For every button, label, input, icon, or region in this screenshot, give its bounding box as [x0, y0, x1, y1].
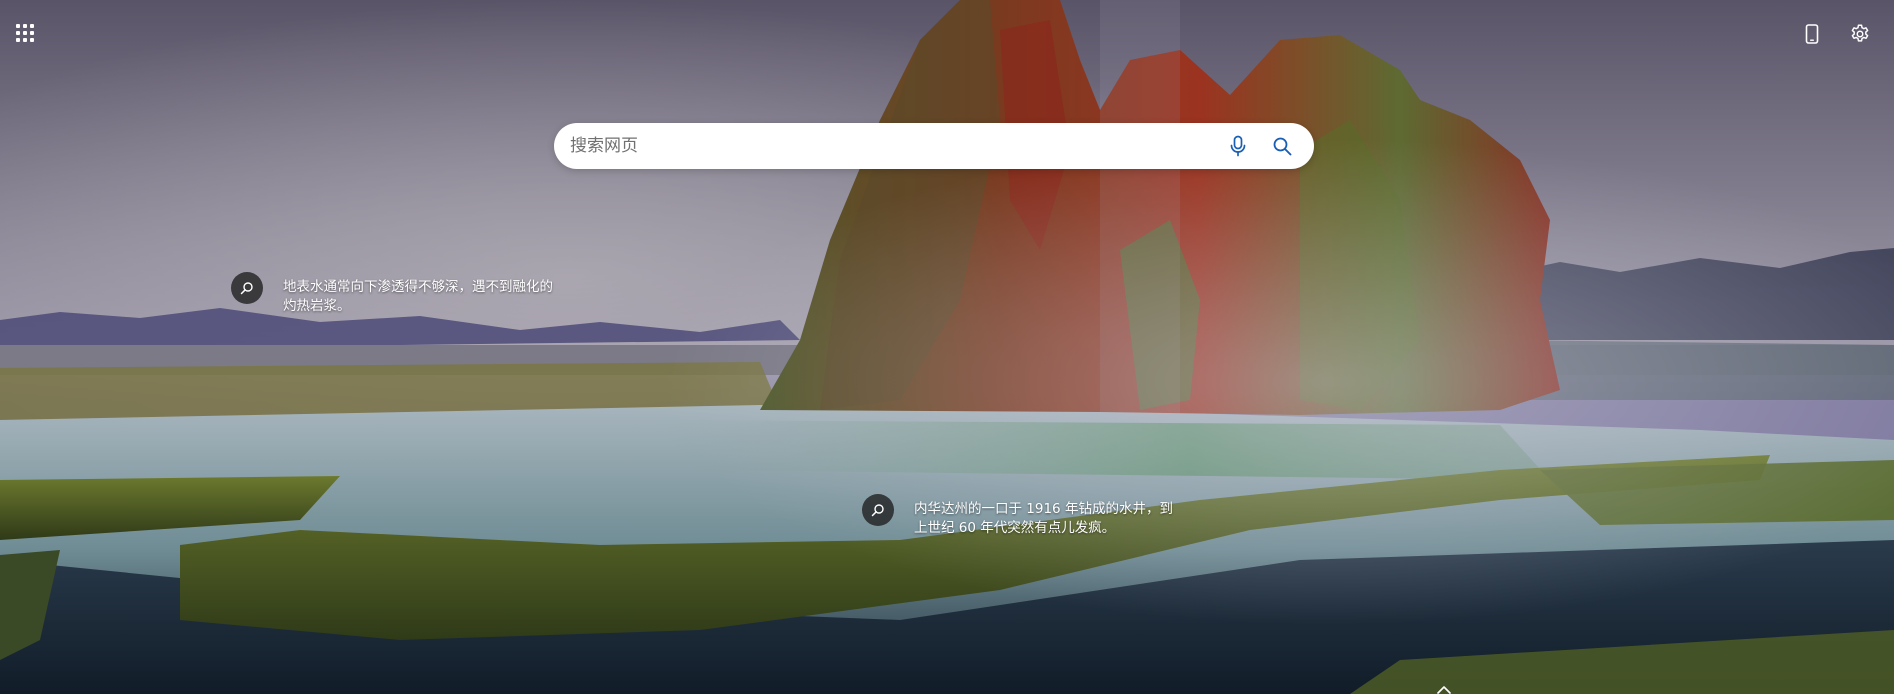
hotspot-caption[interactable]: 地表水通常向下渗透得不够深，遇不到融化的灼热岩浆。: [283, 278, 553, 316]
search-actions: [1224, 132, 1314, 160]
mobile-app-button[interactable]: [1798, 20, 1826, 48]
hotspot-caption[interactable]: 内华达州的一口于 1916 年钻成的水井，到上世纪 60 年代突然有点儿发疯。: [914, 500, 1184, 538]
hotspot-search-button[interactable]: [862, 494, 894, 526]
apps-launcher-button[interactable]: [14, 22, 38, 46]
search-submit-button[interactable]: [1268, 132, 1296, 160]
search-input[interactable]: [554, 135, 1224, 157]
top-right-toolbar: [1798, 20, 1874, 48]
voice-search-button[interactable]: [1224, 132, 1252, 160]
image-hotspot-1: 地表水通常向下渗透得不够深，遇不到融化的灼热岩浆。: [231, 272, 553, 316]
phone-icon: [1805, 24, 1819, 44]
image-hotspot-2: 内华达州的一口于 1916 年钻成的水井，到上世纪 60 年代突然有点儿发疯。: [862, 494, 1184, 538]
gear-icon: [1851, 24, 1869, 42]
hotspot-search-button[interactable]: [231, 272, 263, 304]
chevron-up-icon[interactable]: [1436, 684, 1452, 694]
search-icon: [871, 504, 884, 517]
search-icon: [240, 282, 253, 295]
background-image: [0, 0, 1894, 694]
search-icon: [1273, 137, 1292, 156]
grid-icon: [16, 24, 34, 42]
microphone-icon: [1230, 135, 1246, 157]
settings-button[interactable]: [1846, 20, 1874, 48]
new-tab-page: 地表水通常向下渗透得不够深，遇不到融化的灼热岩浆。 内华达州的一口于 1916 …: [0, 0, 1894, 694]
search-bar: [554, 123, 1314, 169]
